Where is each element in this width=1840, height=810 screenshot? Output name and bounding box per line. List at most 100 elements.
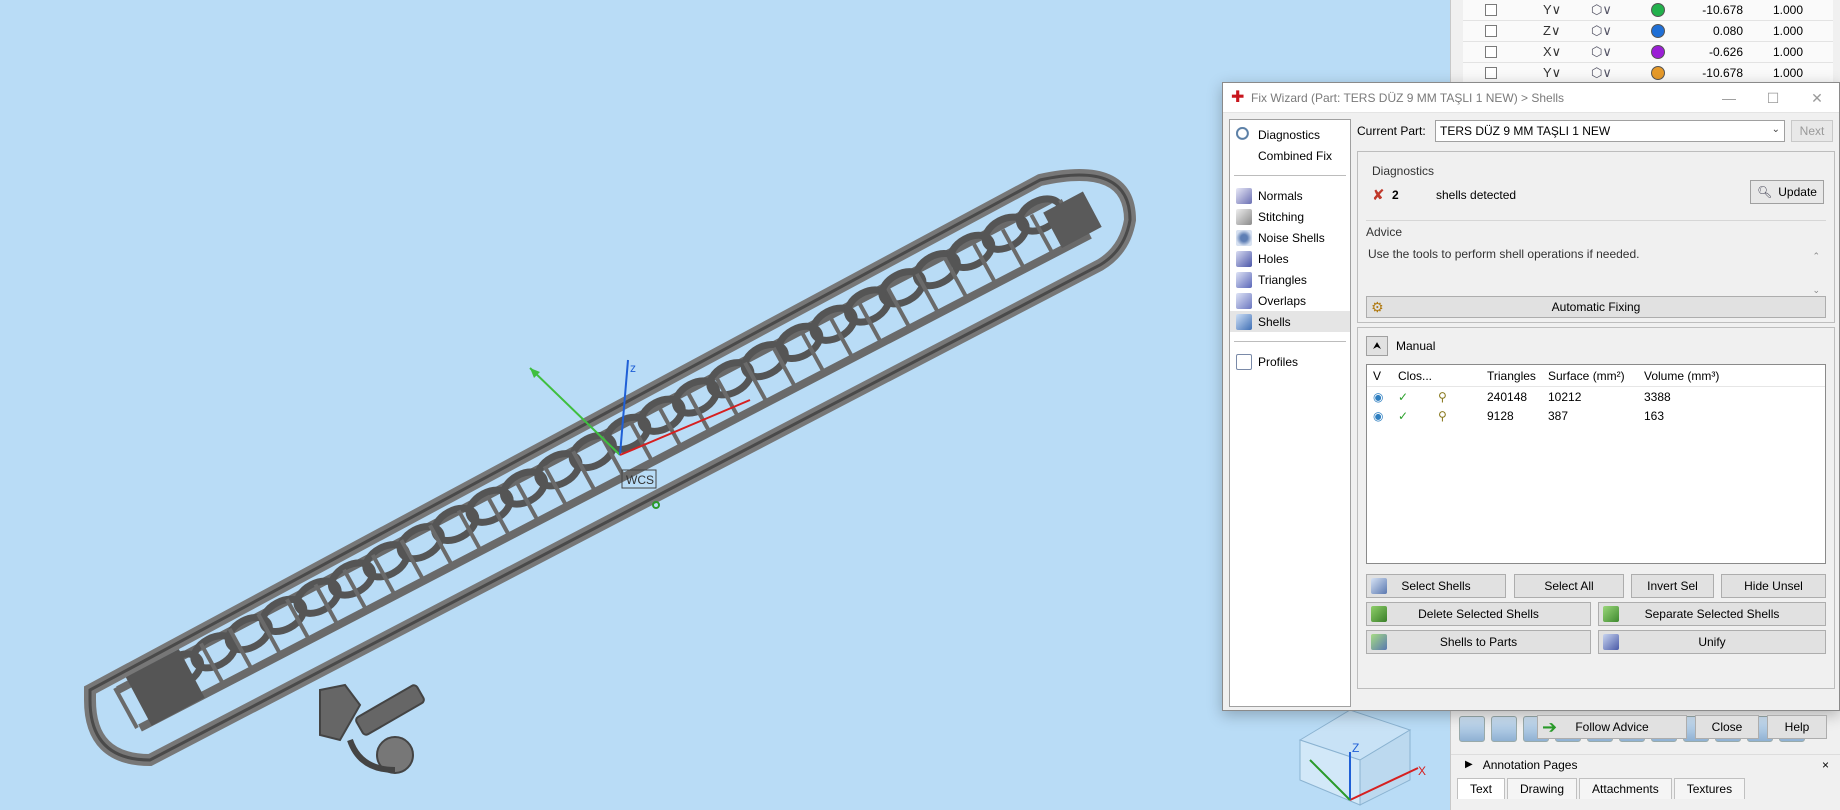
col-triangles[interactable]: Triangles [1481, 369, 1542, 383]
nav-item-profiles[interactable]: Profiles [1230, 351, 1350, 372]
table-row[interactable]: Y∨ ⬡∨ -10.678 1.000 [1463, 63, 1833, 84]
axis-dropdown[interactable]: Z∨ [1543, 23, 1583, 39]
delete-selected-label: Delete Selected Shells [1418, 607, 1539, 621]
cube-icon[interactable]: ⬡∨ [1591, 2, 1621, 18]
nav-item-holes[interactable]: Holes [1230, 248, 1350, 269]
dialog-titlebar[interactable]: ✚ Fix Wizard (Part: TERS DÜZ 9 MM TAŞLI … [1223, 83, 1839, 113]
navcube-z-label: Z [1352, 741, 1359, 755]
col-closed[interactable]: Clos... [1392, 369, 1432, 383]
hide-unsel-button[interactable]: Hide Unsel [1721, 574, 1826, 598]
col-volume[interactable]: Volume (mm³) [1638, 369, 1738, 383]
color-dot[interactable] [1651, 24, 1665, 38]
row-value: -10.678 [1702, 66, 1743, 80]
invert-sel-button[interactable]: Invert Sel [1631, 574, 1714, 598]
axis-dropdown[interactable]: Y∨ [1543, 65, 1583, 81]
navigation-cube[interactable]: Z X [1290, 700, 1430, 810]
axis-dropdown[interactable]: Y∨ [1543, 2, 1583, 18]
col-visible[interactable]: V [1367, 369, 1392, 383]
diagnostics-message: shells detected [1436, 188, 1517, 202]
separate-selected-shells-button[interactable]: Separate Selected Shells [1598, 602, 1826, 626]
current-part-value: TERS DÜZ 9 MM TAŞLI 1 NEW [1440, 124, 1611, 138]
nav-item-stitching[interactable]: Stitching [1230, 206, 1350, 227]
tab-text[interactable]: Text [1457, 778, 1506, 799]
select-shells-button[interactable]: Select Shells [1366, 574, 1506, 598]
axis-dropdown[interactable]: X∨ [1543, 44, 1583, 60]
annotation-pages-header[interactable]: ▶ Annotation Pages × [1451, 754, 1840, 774]
unify-button[interactable]: Unify [1598, 630, 1826, 654]
maximize-button[interactable]: ☐ [1751, 83, 1795, 113]
tab-drawing[interactable]: Drawing [1507, 778, 1578, 799]
nav-item-overlaps[interactable]: Overlaps [1230, 290, 1350, 311]
cell-triangles: 9128 [1487, 408, 1514, 423]
nav-item-combined-fix[interactable]: Combined Fix [1230, 145, 1350, 166]
noise-shells-icon [1236, 229, 1252, 246]
part-icon[interactable] [1459, 716, 1485, 742]
nav-item-noise-shells[interactable]: Noise Shells [1230, 227, 1350, 248]
nav-item-normals[interactable]: Normals [1230, 185, 1350, 206]
collapse-icon[interactable]: ⮝ [1366, 336, 1388, 356]
cube-icon[interactable]: ⬡∨ [1591, 44, 1621, 60]
row-checkbox[interactable] [1485, 67, 1497, 79]
shells-table: V Clos... Triangles Surface (mm²) Volume… [1366, 364, 1826, 564]
triangles-icon [1236, 271, 1252, 288]
cube-icon[interactable]: ⬡∨ [1591, 65, 1621, 81]
chain-link [912, 249, 961, 290]
dialog-title: Fix Wizard (Part: TERS DÜZ 9 MM TAŞLI 1 … [1251, 90, 1565, 105]
close-icon[interactable]: × [1822, 758, 1829, 772]
select-all-button[interactable]: Select All [1514, 574, 1624, 598]
next-button[interactable]: Next [1791, 120, 1833, 142]
tab-textures[interactable]: Textures [1673, 778, 1746, 799]
zoom-to-icon[interactable]: ⚲ [1438, 390, 1447, 404]
help-button[interactable]: Help [1767, 715, 1827, 739]
follow-advice-button[interactable]: ➔ Follow Advice [1537, 715, 1687, 739]
wizard-nav-list: Diagnostics Combined Fix Normals Stitchi… [1229, 119, 1351, 707]
wcs-label: WCS [626, 473, 654, 487]
nav-item-label: Noise Shells [1258, 230, 1325, 245]
delete-selected-shells-button[interactable]: Delete Selected Shells [1366, 602, 1591, 626]
row-scale: 1.000 [1772, 3, 1803, 17]
color-dot[interactable] [1651, 45, 1665, 59]
expand-triangle-icon[interactable]: ▶ [1465, 759, 1473, 770]
table-row[interactable]: ◉ ✓ ⚲ 240148 10212 3388 [1367, 387, 1825, 406]
table-row[interactable]: ◉ ✓ ⚲ 9128 387 163 [1367, 406, 1825, 425]
fix-wizard-dialog: ✚ Fix Wizard (Part: TERS DÜZ 9 MM TAŞLI … [1222, 82, 1840, 739]
table-row[interactable]: X∨ ⬡∨ -0.626 1.000 [1463, 42, 1833, 63]
separate-shells-icon [1603, 606, 1619, 622]
close-dialog-button[interactable]: Close [1695, 715, 1759, 739]
separate-selected-label: Separate Selected Shells [1644, 607, 1780, 621]
eye-icon[interactable]: ◉ [1373, 390, 1383, 404]
select-icon[interactable] [1491, 716, 1517, 742]
gears-icon: ⚙ [1371, 299, 1384, 315]
eye-icon[interactable]: ◉ [1373, 409, 1383, 423]
close-button[interactable]: ✕ [1795, 83, 1839, 113]
automatic-fixing-button[interactable]: ⚙ Automatic Fixing [1366, 296, 1826, 318]
shells-to-parts-button[interactable]: Shells to Parts [1366, 630, 1591, 654]
color-dot[interactable] [1651, 66, 1665, 80]
nav-item-shells[interactable]: Shells [1230, 311, 1350, 332]
color-dot[interactable] [1651, 3, 1665, 17]
checkmark-icon: ✓ [1398, 389, 1409, 404]
row-scale: 1.000 [1772, 45, 1803, 59]
unify-icon [1603, 634, 1619, 650]
nav-item-diagnostics[interactable]: Diagnostics [1230, 124, 1350, 145]
navcube-x-label: X [1418, 764, 1426, 778]
current-part-select[interactable]: TERS DÜZ 9 MM TAŞLI 1 NEW ⌄ [1435, 120, 1785, 142]
table-row[interactable]: Y∨ ⬡∨ -10.678 1.000 [1463, 0, 1833, 21]
tab-attachments[interactable]: Attachments [1579, 778, 1672, 799]
row-checkbox[interactable] [1485, 25, 1497, 37]
overlaps-icon [1236, 292, 1252, 309]
row-checkbox[interactable] [1485, 46, 1497, 58]
table-row[interactable]: Z∨ ⬡∨ 0.080 1.000 [1463, 21, 1833, 42]
row-value: -0.626 [1708, 45, 1743, 59]
cube-icon[interactable]: ⬡∨ [1591, 23, 1621, 39]
nav-item-triangles[interactable]: Triangles [1230, 269, 1350, 290]
minimize-button[interactable]: — [1707, 83, 1751, 113]
normals-icon [1236, 187, 1252, 204]
row-checkbox[interactable] [1485, 4, 1497, 16]
zoom-to-icon[interactable]: ⚲ [1438, 409, 1447, 423]
current-part-label: Current Part: [1357, 124, 1426, 138]
follow-advice-label: Follow Advice [1575, 720, 1649, 734]
update-button[interactable]: 🔍︎ Update [1750, 180, 1824, 204]
col-surface[interactable]: Surface (mm²) [1542, 369, 1638, 383]
unify-label: Unify [1698, 635, 1726, 649]
